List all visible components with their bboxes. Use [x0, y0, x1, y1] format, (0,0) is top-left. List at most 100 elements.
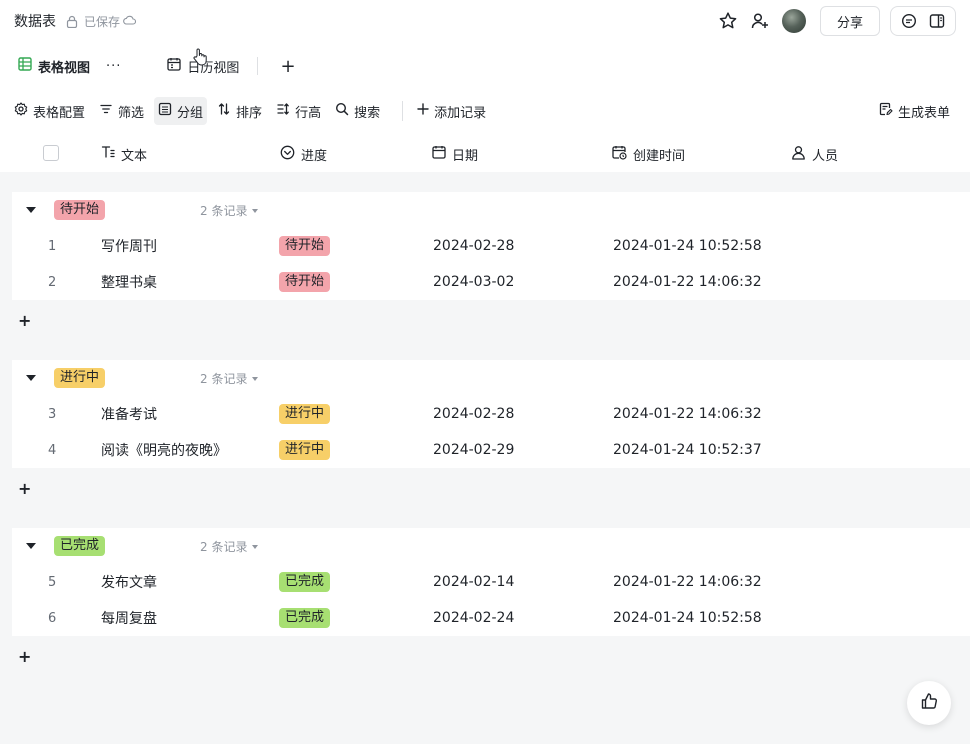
top-icon-group [890, 6, 956, 36]
tab-label: 表格视图 [38, 60, 91, 76]
group-count[interactable]: 2 条记录 [200, 538, 259, 555]
save-status-label: 已保存 [84, 14, 121, 29]
group-count-label: 2 条记录 [200, 540, 248, 554]
cell-text[interactable]: 整理书桌 [101, 264, 157, 300]
status-badge: 待开始 [279, 272, 331, 292]
cell-date[interactable]: 2024-02-28 [433, 228, 514, 264]
thumbs-up-icon [920, 692, 938, 714]
sort-icon [217, 102, 231, 120]
cell-progress[interactable]: 进行中 [279, 396, 331, 432]
gear-icon [14, 102, 28, 120]
table-row[interactable]: 6 每周复盘 已完成 2024-02-24 2024-01-24 10:52:5… [12, 600, 970, 636]
search-button[interactable]: 搜索 [331, 97, 384, 125]
calendar-icon [167, 57, 182, 75]
top-bar: 数据表 已保存 分享 [0, 0, 970, 42]
table-row[interactable]: 2 整理书桌 待开始 2024-03-02 2024-01-22 14:06:3… [12, 264, 970, 300]
table-row[interactable]: 5 发布文章 已完成 2024-02-14 2024-01-22 14:06:3… [12, 564, 970, 600]
add-record-button[interactable]: 添加记录 [413, 97, 490, 125]
select-all-checkbox[interactable] [43, 145, 59, 161]
toolbar-label: 添加记录 [434, 105, 487, 121]
group-count[interactable]: 2 条记录 [200, 370, 259, 387]
top-actions: 分享 [712, 5, 956, 37]
column-label: 进度 [301, 148, 328, 164]
status-badge: 已完成 [279, 572, 331, 592]
record-group: 已完成 2 条记录 5 发布文章 已完成 2024-02-14 2024-01-… [12, 528, 970, 636]
cell-text[interactable]: 阅读《明亮的夜晚》 [101, 432, 227, 468]
toolbar-label: 生成表单 [897, 105, 950, 121]
cell-progress[interactable]: 已完成 [279, 600, 331, 636]
cell-date[interactable]: 2024-02-28 [433, 396, 514, 432]
cell-created[interactable]: 2024-01-24 10:52:58 [613, 600, 762, 636]
cell-date[interactable]: 2024-02-14 [433, 564, 514, 600]
row-index: 6 [48, 610, 57, 626]
doc-title[interactable]: 数据表 [14, 11, 56, 31]
row-index: 1 [48, 238, 57, 254]
group-count[interactable]: 2 条记录 [200, 202, 259, 219]
cloud-icon [123, 14, 137, 28]
row-index: 5 [48, 574, 57, 590]
cell-progress[interactable]: 待开始 [279, 264, 331, 300]
star-icon[interactable] [712, 5, 744, 37]
group-count-label: 2 条记录 [200, 372, 248, 386]
cell-text[interactable]: 准备考试 [101, 396, 157, 432]
cell-text[interactable]: 写作周刊 [101, 228, 157, 264]
record-group: 待开始 2 条记录 1 写作周刊 待开始 2024-02-28 2024-01-… [12, 192, 970, 300]
sort-button[interactable]: 排序 [213, 97, 266, 125]
cell-created[interactable]: 2024-01-22 14:06:32 [613, 264, 762, 300]
group-header: 待开始 2 条记录 [12, 192, 970, 228]
filter-button[interactable]: 筛选 [95, 97, 148, 125]
column-header-date[interactable]: 日期 [432, 136, 478, 172]
column-header-text[interactable]: 文本 [101, 136, 147, 172]
avatar[interactable] [782, 9, 806, 33]
cell-date[interactable]: 2024-02-29 [433, 432, 514, 468]
share-button[interactable]: 分享 [820, 6, 880, 36]
tab-table-view[interactable]: 表格视图 ··· [18, 46, 121, 86]
column-label: 文本 [121, 148, 148, 164]
cell-progress[interactable]: 待开始 [279, 228, 331, 264]
cell-date[interactable]: 2024-02-24 [433, 600, 514, 636]
chevron-down-icon [252, 544, 259, 549]
add-view-button[interactable]: + [280, 56, 295, 77]
cell-progress[interactable]: 已完成 [279, 564, 331, 600]
generate-form-button[interactable]: 生成表单 [875, 97, 954, 125]
column-header-progress[interactable]: 进度 [280, 136, 327, 172]
cell-created[interactable]: 2024-01-24 10:52:58 [613, 228, 762, 264]
table-header: 文本 进度 日期 创建时间 人员 [0, 136, 970, 172]
group-header: 已完成 2 条记录 [12, 528, 970, 564]
column-header-person[interactable]: 人员 [791, 136, 838, 172]
text-field-icon [101, 145, 115, 163]
group-count-label: 2 条记录 [200, 204, 248, 218]
column-header-created[interactable]: 创建时间 [612, 136, 685, 172]
add-row-button[interactable]: + [18, 481, 34, 497]
cell-progress[interactable]: 进行中 [279, 432, 331, 468]
row-height-button[interactable]: 行高 [272, 97, 325, 125]
table-row[interactable]: 3 准备考试 进行中 2024-02-28 2024-01-22 14:06:3… [12, 396, 970, 432]
cell-text[interactable]: 每周复盘 [101, 600, 157, 636]
collapse-caret-icon[interactable] [26, 375, 36, 381]
view-tabs: 表格视图 ··· 日历视图 + [0, 46, 970, 86]
feedback-button[interactable] [907, 681, 951, 725]
add-row-button[interactable]: + [18, 649, 34, 665]
table-config-button[interactable]: 表格配置 [10, 97, 89, 125]
toolbar: 表格配置 筛选 分组 排序 行高 搜索 添加记录 生成表单 [0, 92, 970, 130]
cell-created[interactable]: 2024-01-22 14:06:32 [613, 564, 762, 600]
sidebar-toggle-icon[interactable] [923, 7, 951, 35]
add-member-icon[interactable] [744, 5, 776, 37]
table-row[interactable]: 1 写作周刊 待开始 2024-02-28 2024-01-24 10:52:5… [12, 228, 970, 264]
hand-cursor-icon [193, 48, 207, 70]
cell-text[interactable]: 发布文章 [101, 564, 157, 600]
tab-more-button[interactable]: ··· [106, 59, 121, 74]
cell-date[interactable]: 2024-03-02 [433, 264, 514, 300]
toolbar-divider [402, 101, 404, 121]
collapse-caret-icon[interactable] [26, 543, 36, 549]
status-badge: 已完成 [279, 608, 331, 628]
comment-icon[interactable] [895, 7, 923, 35]
chevron-down-icon [252, 208, 259, 213]
cell-created[interactable]: 2024-01-22 14:06:32 [613, 396, 762, 432]
cell-created[interactable]: 2024-01-24 10:52:37 [613, 432, 762, 468]
table-row[interactable]: 4 阅读《明亮的夜晚》 进行中 2024-02-29 2024-01-24 10… [12, 432, 970, 468]
group-tag: 待开始 [54, 200, 106, 220]
collapse-caret-icon[interactable] [26, 207, 36, 213]
add-row-button[interactable]: + [18, 313, 34, 329]
group-button[interactable]: 分组 [154, 97, 208, 125]
